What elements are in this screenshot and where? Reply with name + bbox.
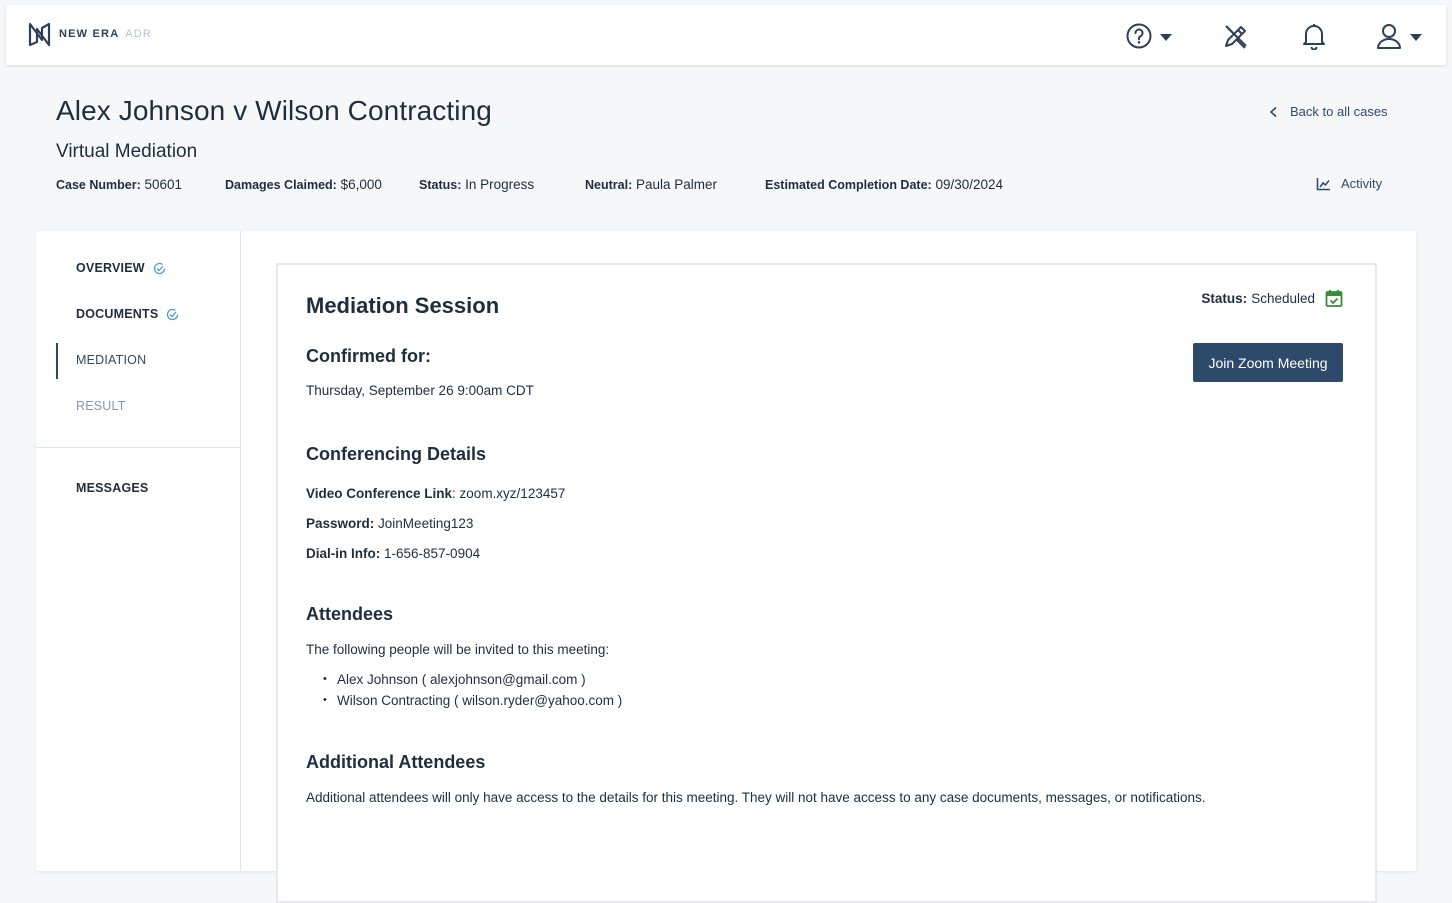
session-title: Mediation Session xyxy=(306,293,500,318)
completion-date: Estimated Completion Date: 09/30/2024 xyxy=(765,177,1003,192)
check-circle-icon xyxy=(153,262,165,274)
help-menu[interactable] xyxy=(1126,21,1172,51)
damages-claimed: Damages Claimed: $6,000 xyxy=(225,177,382,192)
neutral-value: Paula Palmer xyxy=(636,177,718,192)
neutral: Neutral: Paula Palmer xyxy=(585,177,717,192)
case-number: Case Number: 50601 xyxy=(56,177,182,192)
logo-text: NEW ERA ADR xyxy=(59,28,153,40)
password: Password: JoinMeeting123 xyxy=(306,516,473,531)
dial-in-value: 1-656-857-0904 xyxy=(384,546,481,561)
sidebar-item-label: DOCUMENTS xyxy=(76,307,159,321)
logo-icon xyxy=(28,22,51,47)
case-status: Status: In Progress xyxy=(419,177,534,192)
case-status-value: In Progress xyxy=(465,177,535,192)
back-to-cases-label: Back to all cases xyxy=(1290,104,1388,119)
chevron-down-icon xyxy=(1160,33,1172,41)
join-zoom-button[interactable]: Join Zoom Meeting xyxy=(1193,343,1343,382)
attendees-list: Alex Johnson ( alexjohnson@gmail.com ) W… xyxy=(323,669,622,711)
damages-value: $6,000 xyxy=(340,177,382,192)
session-status-value: Scheduled xyxy=(1251,290,1315,306)
top-navbar: NEW ERA ADR xyxy=(6,5,1446,65)
attendees-intro: The following people will be invited to … xyxy=(306,642,610,657)
additional-attendees-text: Additional attendees will only have acce… xyxy=(306,790,1206,805)
check-circle-icon xyxy=(167,308,179,320)
sidebar-item-label: OVERVIEW xyxy=(76,261,145,275)
password-value: JoinMeeting123 xyxy=(378,516,474,531)
case-status-label: Status: xyxy=(419,178,462,192)
calendar-check-icon xyxy=(1325,290,1343,307)
case-title: Alex Johnson v Wilson Contracting xyxy=(56,95,492,126)
case-subtitle: Virtual Mediation xyxy=(56,141,198,162)
mediation-session-card: Mediation Session Status: Scheduled Join… xyxy=(276,263,1377,903)
attendees-heading: Attendees xyxy=(306,604,394,624)
case-sidebar: OVERVIEW DOCUMENTS MEDIATION RESULT MESS… xyxy=(36,231,241,871)
sidebar-item-documents[interactable]: DOCUMENTS xyxy=(76,307,179,321)
list-item: Alex Johnson ( alexjohnson@gmail.com ) xyxy=(323,669,622,690)
damages-label: Damages Claimed: xyxy=(225,178,337,192)
video-link: Video Conference Link: zoom.xyz/123457 xyxy=(306,486,565,501)
sidebar-item-label: MEDIATION xyxy=(76,353,147,367)
active-indicator xyxy=(56,343,58,379)
help-icon xyxy=(1126,23,1152,49)
session-status: Status: Scheduled xyxy=(1201,289,1343,307)
video-link-value: : zoom.xyz/123457 xyxy=(452,486,566,501)
additional-attendees-heading: Additional Attendees xyxy=(306,752,486,772)
case-panel: OVERVIEW DOCUMENTS MEDIATION RESULT MESS… xyxy=(36,231,1416,903)
neutral-label: Neutral: xyxy=(585,178,633,192)
bell-icon xyxy=(1303,24,1325,50)
chart-line-icon xyxy=(1316,177,1330,190)
pencil-ruler-icon xyxy=(1225,25,1247,49)
sidebar-item-label: RESULT xyxy=(76,399,126,413)
video-link-label: Video Conference Link xyxy=(306,486,453,501)
sidebar-item-result[interactable]: RESULT xyxy=(76,399,126,413)
conferencing-heading: Conferencing Details xyxy=(306,444,487,464)
edit-menu[interactable] xyxy=(1222,21,1250,51)
case-number-value: 50601 xyxy=(144,177,183,192)
dial-in-label: Dial-in Info: xyxy=(306,546,381,561)
list-item: Wilson Contracting ( wilson.ryder@yahoo.… xyxy=(323,690,622,711)
session-status-label: Status: xyxy=(1201,290,1248,306)
sidebar-item-messages[interactable]: MESSAGES xyxy=(76,481,148,495)
activity-label: Activity xyxy=(1341,176,1383,191)
chevron-left-icon xyxy=(1269,106,1277,117)
user-icon xyxy=(1377,24,1401,49)
chevron-down-icon xyxy=(1410,33,1422,41)
notifications-button[interactable] xyxy=(1301,21,1327,51)
completion-value: 09/30/2024 xyxy=(935,177,1004,192)
back-to-cases-link[interactable]: Back to all cases xyxy=(1268,104,1388,119)
completion-label: Estimated Completion Date: xyxy=(765,178,932,192)
confirmed-heading: Confirmed for: xyxy=(306,346,431,366)
confirmed-datetime: Thursday, September 26 9:00am CDT xyxy=(306,383,534,398)
logo[interactable]: NEW ERA ADR xyxy=(27,20,152,48)
sidebar-item-overview[interactable]: OVERVIEW xyxy=(76,261,166,275)
sidebar-divider xyxy=(36,447,241,448)
sidebar-item-label: MESSAGES xyxy=(76,481,149,495)
case-number-label: Case Number: xyxy=(56,178,141,192)
logo-suffix: ADR xyxy=(125,28,153,40)
user-menu[interactable] xyxy=(1376,21,1422,51)
activity-link[interactable]: Activity xyxy=(1316,176,1382,191)
password-label: Password: xyxy=(306,516,375,531)
sidebar-item-mediation[interactable]: MEDIATION xyxy=(76,353,146,367)
dial-in: Dial-in Info: 1-656-857-0904 xyxy=(306,546,480,561)
